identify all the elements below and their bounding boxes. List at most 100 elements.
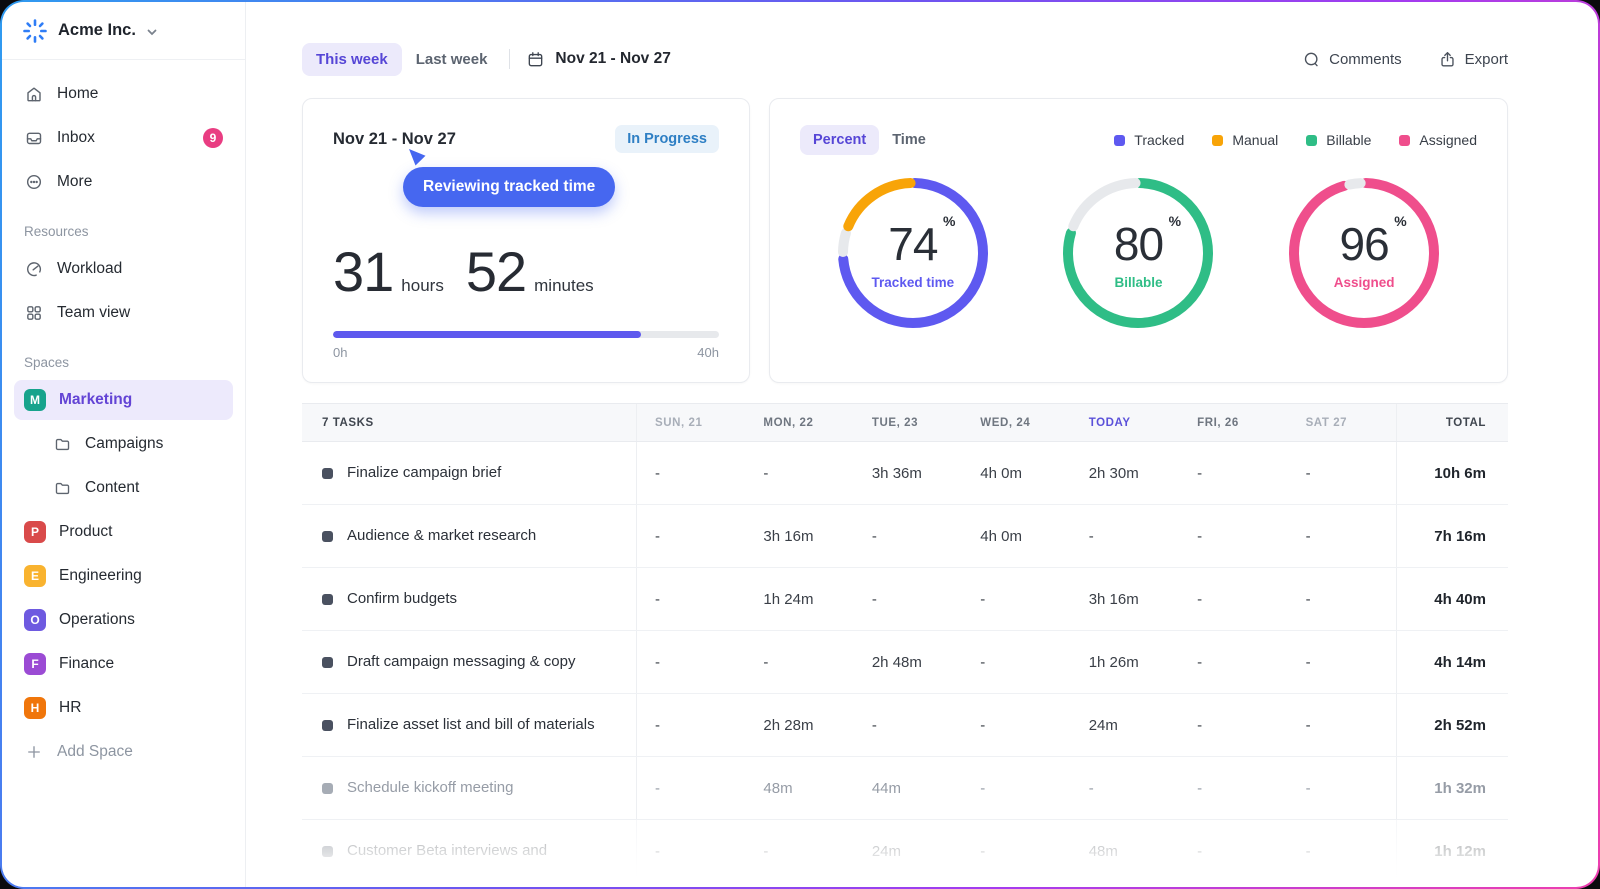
task-name: Draft campaign messaging & copy	[347, 653, 575, 672]
sidebar-nav: Home Inbox 9	[2, 60, 245, 772]
task-status-icon	[322, 594, 333, 605]
space-badge: F	[24, 653, 46, 675]
toggle-time[interactable]: Time	[879, 125, 939, 155]
hours-unit: hours	[401, 276, 444, 296]
row-total: 4h 14m	[1396, 631, 1508, 693]
sidebar-item-label: Marketing	[59, 391, 132, 409]
more-icon	[24, 172, 44, 192]
minutes-value: 52	[466, 239, 526, 304]
sidebar-folder-content[interactable]: Content	[14, 468, 233, 508]
percentages-card: Percent Time Tracked Manual	[769, 98, 1508, 383]
table-row[interactable]: Audience & market research - 3h 16m - 4h…	[302, 505, 1508, 568]
sidebar-space-product[interactable]: P Product	[14, 512, 233, 552]
task-name: Finalize campaign brief	[347, 464, 501, 483]
row-total: 10h 6m	[1396, 442, 1508, 504]
donut-charts: 74% Tracked time 80% Billable	[800, 173, 1477, 333]
task-status-icon	[322, 783, 333, 794]
toolbar: This week Last week Nov 21 - Nov 27	[302, 42, 1508, 76]
inbox-icon	[24, 128, 44, 148]
task-name: Confirm budgets	[347, 590, 457, 609]
comments-button[interactable]: Comments	[1302, 50, 1402, 69]
table-header: 7 TASKS SUN, 21 MON, 22 TUE, 23 WED, 24 …	[302, 403, 1508, 442]
task-name: Audience & market research	[347, 527, 536, 546]
workspace-switcher[interactable]: Acme Inc.	[2, 2, 245, 60]
col-today: TODAY	[1071, 417, 1179, 429]
tracked-time-summary-card: Nov 21 - Nov 27 In Progress Reviewing tr…	[302, 98, 750, 383]
row-total: 7h 16m	[1396, 505, 1508, 567]
date-range-picker[interactable]: Nov 21 - Nov 27	[526, 50, 670, 69]
legend-swatch-billable	[1306, 135, 1317, 146]
scale-max-label: 40h	[697, 345, 719, 360]
task-name: Schedule kickoff meeting	[347, 779, 514, 798]
task-name: Finalize asset list and bill of material…	[347, 716, 595, 735]
chart-legend: Tracked Manual Billable	[1114, 132, 1477, 148]
sidebar-space-finance[interactable]: F Finance	[14, 644, 233, 684]
space-badge: P	[24, 521, 46, 543]
cursor-icon	[406, 147, 428, 169]
comments-label: Comments	[1329, 51, 1402, 68]
sidebar-space-marketing[interactable]: M Marketing	[14, 380, 233, 420]
sidebar-item-label: Content	[85, 479, 139, 497]
grid-icon	[24, 303, 44, 323]
col-wed: WED, 24	[962, 417, 1070, 429]
sidebar-space-engineering[interactable]: E Engineering	[14, 556, 233, 596]
sidebar-space-hr[interactable]: H HR	[14, 688, 233, 728]
col-sun: SUN, 21	[637, 417, 745, 429]
cursor-tooltip: Reviewing tracked time	[403, 147, 615, 207]
tracked-time-value: 31 hours 52 minutes	[333, 239, 608, 304]
table-row[interactable]: Draft campaign messaging & copy - - 2h 4…	[302, 631, 1508, 694]
sidebar-item-label: Workload	[57, 260, 122, 278]
tab-last-week[interactable]: Last week	[402, 43, 502, 76]
space-badge: O	[24, 609, 46, 631]
legend-swatch-assigned	[1399, 135, 1410, 146]
export-label: Export	[1465, 51, 1508, 68]
chevron-down-icon	[146, 26, 158, 38]
export-icon	[1438, 50, 1457, 69]
tasks-count-header: 7 TASKS	[302, 404, 637, 441]
table-row[interactable]: Customer Beta interviews and - - 24m - 4…	[302, 820, 1508, 883]
workload-gauge-icon	[24, 259, 44, 279]
task-status-icon	[322, 720, 333, 731]
sidebar-item-label: More	[57, 173, 92, 191]
app-window: Acme Inc. Home	[2, 2, 1598, 887]
legend-assigned: Assigned	[1399, 132, 1477, 148]
tab-this-week[interactable]: This week	[302, 43, 402, 76]
plus-icon	[24, 742, 44, 762]
legend-swatch-tracked	[1114, 135, 1125, 146]
table-row[interactable]: Finalize campaign brief - - 3h 36m 4h 0m…	[302, 442, 1508, 505]
sidebar-item-label: HR	[59, 699, 81, 717]
task-status-icon	[322, 657, 333, 668]
calendar-icon	[526, 50, 545, 69]
donut-tracked-time: 74% Tracked time	[833, 173, 993, 333]
task-status-icon	[322, 531, 333, 542]
week-progress-fill	[333, 331, 641, 338]
row-total: 4h 40m	[1396, 568, 1508, 630]
sidebar-item-more[interactable]: More	[14, 162, 233, 202]
sidebar-space-operations[interactable]: O Operations	[14, 600, 233, 640]
cards-row: Nov 21 - Nov 27 In Progress Reviewing tr…	[302, 98, 1508, 383]
table-row[interactable]: Confirm budgets - 1h 24m - - 3h 16m - - …	[302, 568, 1508, 631]
task-status-icon	[322, 846, 333, 857]
inbox-unread-badge: 9	[203, 128, 223, 148]
home-icon	[24, 84, 44, 104]
sidebar-item-home[interactable]: Home	[14, 74, 233, 114]
toggle-percent[interactable]: Percent	[800, 125, 879, 155]
legend-tracked: Tracked	[1114, 132, 1184, 148]
date-range-label: Nov 21 - Nov 27	[555, 50, 670, 68]
folder-icon	[52, 478, 72, 498]
add-space-button[interactable]: Add Space	[14, 732, 233, 772]
legend-swatch-manual	[1212, 135, 1223, 146]
export-button[interactable]: Export	[1438, 50, 1508, 69]
sidebar-item-label: Product	[59, 523, 112, 541]
legend-billable: Billable	[1306, 132, 1371, 148]
col-tue: TUE, 23	[854, 417, 962, 429]
sidebar-item-inbox[interactable]: Inbox 9	[14, 118, 233, 158]
sidebar-item-workload[interactable]: Workload	[14, 249, 233, 289]
table-row[interactable]: Finalize asset list and bill of material…	[302, 694, 1508, 757]
resources-section-label: Resources	[14, 206, 233, 249]
comment-icon	[1302, 50, 1321, 69]
sidebar-folder-campaigns[interactable]: Campaigns	[14, 424, 233, 464]
legend-manual: Manual	[1212, 132, 1278, 148]
table-row[interactable]: Schedule kickoff meeting - 48m 44m - - -…	[302, 757, 1508, 820]
sidebar-item-team-view[interactable]: Team view	[14, 293, 233, 333]
